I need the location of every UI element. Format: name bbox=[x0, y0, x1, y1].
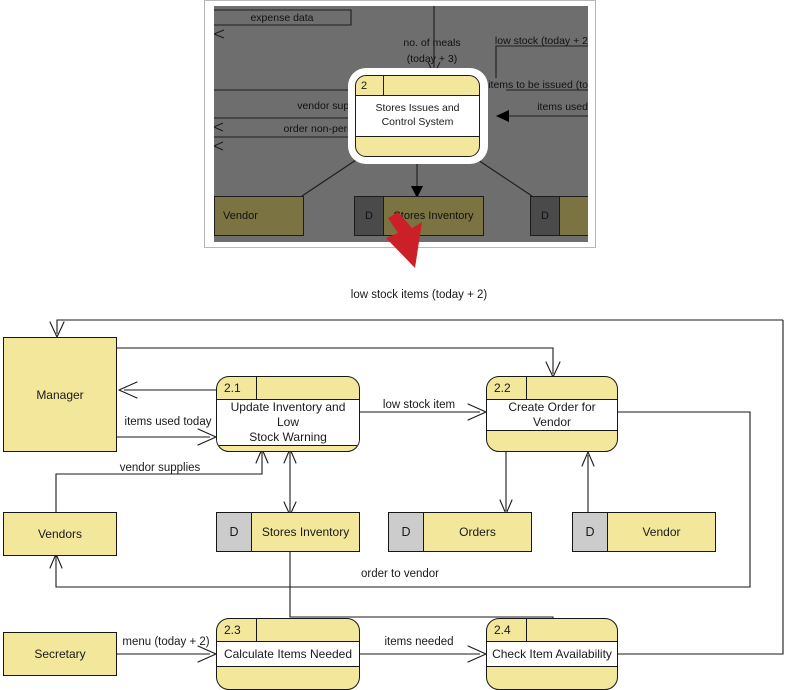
diagram-canvas: expense data no. of meals (today + 3) lo… bbox=[0, 0, 794, 690]
red-zoom-arrow-icon bbox=[386, 212, 422, 268]
zoom-arrow-layer bbox=[386, 212, 422, 268]
